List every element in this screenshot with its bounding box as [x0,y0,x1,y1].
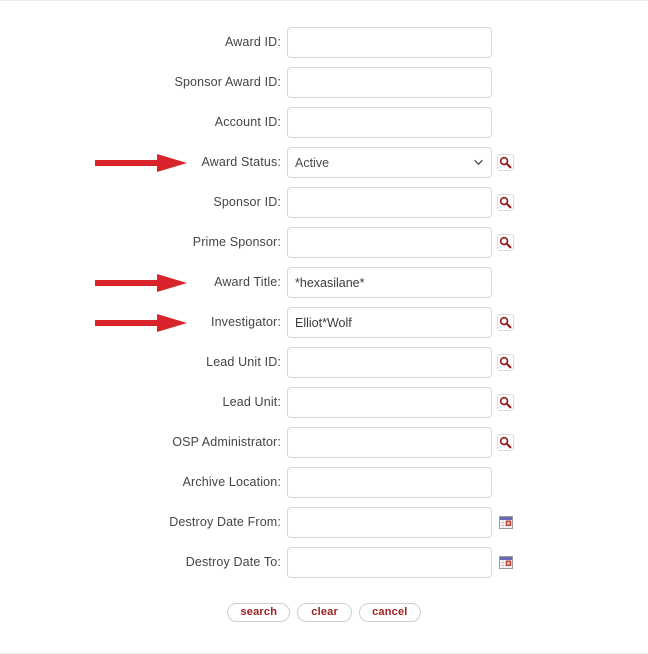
field-wrap-osp-administrator [287,427,514,458]
form-row: Award Status: Active [0,147,648,187]
input-lead-unit[interactable] [287,387,492,418]
form-row: Investigator: [0,307,648,347]
icon-spacer [492,474,514,491]
field-wrap-prime-sponsor [287,227,514,258]
form-row: Sponsor Award ID: [0,67,648,107]
label-award-status: Award Status: [201,155,281,169]
form-action-buttons: search clear cancel [0,603,648,622]
field-wrap-award-status: Active [287,147,514,178]
label-prime-sponsor: Prime Sponsor: [192,235,281,249]
form-row: Prime Sponsor: [0,227,648,267]
form-row: Archive Location: [0,467,648,507]
field-wrap-account-id [287,107,514,138]
form-row: Account ID: [0,107,648,147]
label-award-id: Award ID: [224,35,281,49]
label-lead-unit-id: Lead Unit ID: [206,355,281,369]
input-account-id[interactable] [287,107,492,138]
icon-spacer [492,274,514,291]
label-award-title: Award Title: [214,275,281,289]
magnifier-icon-prime-sponsor[interactable] [497,234,514,251]
form-row: Lead Unit: [0,387,648,427]
field-wrap-archive-location [287,467,514,498]
input-osp-administrator[interactable] [287,427,492,458]
label-investigator: Investigator: [210,315,281,329]
field-wrap-lead-unit [287,387,514,418]
field-wrap-investigator [287,307,514,338]
award-lookup-form: Award ID: Sponsor Award ID: Account ID: Awa… [0,27,648,587]
label-sponsor-award-id: Sponsor Award ID: [174,75,281,89]
select-wrap-award-status: Active [287,147,492,178]
form-row: Award Title: [0,267,648,307]
label-lead-unit: Lead Unit: [222,395,281,409]
field-wrap-destroy-date-to [287,547,514,578]
icon-spacer [492,74,514,91]
input-destroy-date-to[interactable] [287,547,492,578]
input-investigator[interactable] [287,307,492,338]
clear-button[interactable]: clear [297,603,353,622]
input-award-title[interactable] [287,267,492,298]
magnifier-icon-sponsor-id[interactable] [497,194,514,211]
label-destroy-date-to: Destroy Date To: [185,555,281,569]
search-button[interactable]: search [227,603,291,622]
input-prime-sponsor[interactable] [287,227,492,258]
form-row: Lead Unit ID: [0,347,648,387]
label-archive-location: Archive Location: [182,475,281,489]
award-lookup-page: Award ID: Sponsor Award ID: Account ID: Awa… [0,0,648,654]
form-row: Destroy Date From: [0,507,648,547]
magnifier-icon-award-status[interactable] [497,154,514,171]
calendar-icon-destroy-date-to[interactable] [497,554,514,571]
form-row: Destroy Date To: [0,547,648,587]
input-archive-location[interactable] [287,467,492,498]
cancel-button[interactable]: cancel [359,603,421,622]
input-sponsor-id[interactable] [287,187,492,218]
field-wrap-sponsor-id [287,187,514,218]
label-sponsor-id: Sponsor ID: [213,195,281,209]
field-wrap-award-id [287,27,514,58]
input-award-id[interactable] [287,27,492,58]
icon-spacer [492,34,514,51]
magnifier-icon-lead-unit[interactable] [497,394,514,411]
field-wrap-award-title [287,267,514,298]
input-sponsor-award-id[interactable] [287,67,492,98]
input-destroy-date-from[interactable] [287,507,492,538]
label-osp-administrator: OSP Administrator: [172,435,281,449]
select-award-status[interactable]: Active [287,147,492,178]
field-wrap-lead-unit-id [287,347,514,378]
input-lead-unit-id[interactable] [287,347,492,378]
calendar-icon-destroy-date-from[interactable] [497,514,514,531]
field-wrap-destroy-date-from [287,507,514,538]
magnifier-icon-lead-unit-id[interactable] [497,354,514,371]
form-row: Award ID: [0,27,648,67]
magnifier-icon-osp-administrator[interactable] [497,434,514,451]
icon-spacer [492,114,514,131]
magnifier-icon-investigator[interactable] [497,314,514,331]
label-destroy-date-from: Destroy Date From: [169,515,281,529]
field-wrap-sponsor-award-id [287,67,514,98]
form-row: Sponsor ID: [0,187,648,227]
form-row: OSP Administrator: [0,427,648,467]
label-account-id: Account ID: [214,115,281,129]
